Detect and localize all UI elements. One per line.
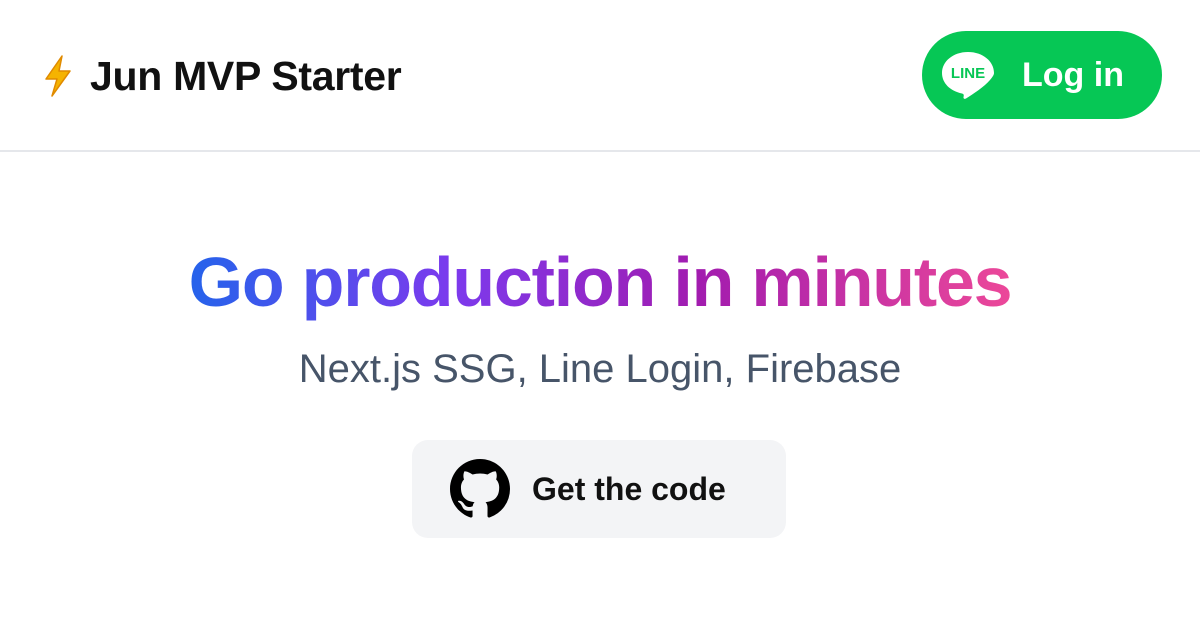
github-icon bbox=[450, 459, 510, 518]
brand-title: Jun MVP Starter bbox=[90, 53, 402, 99]
lightning-bolt-icon bbox=[45, 55, 71, 97]
brand[interactable]: Jun MVP Starter bbox=[40, 52, 402, 100]
hero-title: Go production in minutes bbox=[0, 240, 1200, 337]
get-code-button[interactable]: Get the code bbox=[412, 440, 786, 538]
get-code-label: Get the code bbox=[532, 470, 726, 507]
line-login-button[interactable]: LINE Log in bbox=[922, 31, 1162, 119]
login-button-label: Log in bbox=[1022, 55, 1124, 94]
hero-subtitle: Next.js SSG, Line Login, Firebase bbox=[298, 347, 902, 391]
hero-title-text: Go production in minutes bbox=[188, 243, 1013, 321]
line-icon-text: LINE bbox=[951, 65, 985, 82]
site-header: Jun MVP Starter LINE Log in bbox=[0, 0, 1200, 152]
line-icon: LINE bbox=[942, 52, 994, 99]
